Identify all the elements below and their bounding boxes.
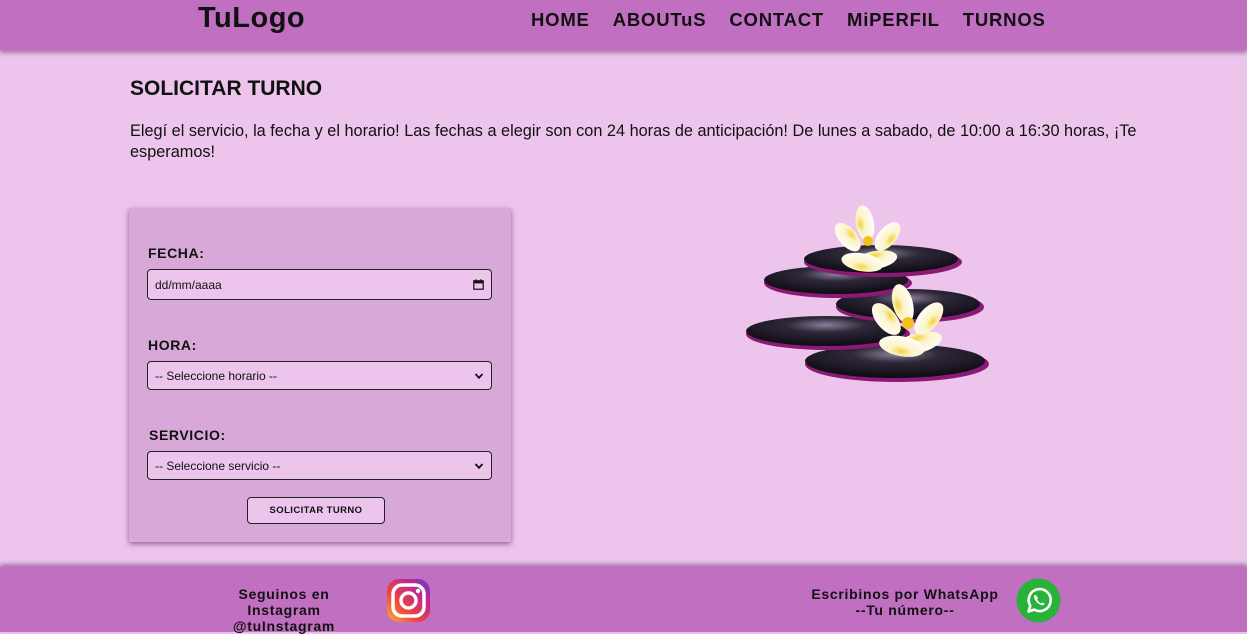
fecha-label: FECHA: bbox=[148, 245, 205, 261]
booking-form: FECHA: dd/mm/aaaa HORA: -- Seleccione ho… bbox=[129, 208, 511, 542]
site-footer: Seguinos en Instagram @tuInstagram Escri… bbox=[0, 567, 1247, 634]
chevron-down-icon bbox=[474, 372, 484, 379]
top-navbar: TuLogo HOME ABOUTuS CONTACT MiPERFIL TUR… bbox=[0, 0, 1247, 50]
spa-stones-image bbox=[746, 205, 989, 382]
chevron-down-icon bbox=[474, 462, 484, 469]
nav-about[interactable]: ABOUTuS bbox=[613, 9, 707, 31]
fecha-placeholder: dd/mm/aaaa bbox=[155, 277, 222, 292]
hora-select[interactable]: -- Seleccione horario -- bbox=[147, 361, 492, 390]
servicio-selected-value: -- Seleccione servicio -- bbox=[155, 458, 281, 473]
whatsapp-number[interactable]: --Tu número-- bbox=[810, 602, 1000, 618]
nav-mi-perfil[interactable]: MiPERFIL bbox=[847, 9, 940, 31]
whatsapp-text: Escribinos por WhatsApp --Tu número-- bbox=[810, 586, 1000, 618]
site-logo[interactable]: TuLogo bbox=[198, 2, 305, 35]
instagram-icon[interactable] bbox=[386, 578, 431, 623]
hora-label: HORA: bbox=[148, 337, 197, 353]
calendar-icon[interactable] bbox=[473, 279, 484, 290]
whatsapp-icon[interactable] bbox=[1016, 578, 1061, 623]
instagram-text: Seguinos en Instagram @tuInstagram bbox=[200, 586, 368, 634]
whatsapp-caption: Escribinos por WhatsApp bbox=[811, 586, 999, 602]
main-nav: HOME ABOUTuS CONTACT MiPERFIL TURNOS bbox=[531, 9, 1069, 31]
page-title: SOLICITAR TURNO bbox=[130, 77, 323, 100]
instagram-caption: Seguinos en Instagram bbox=[238, 586, 330, 618]
intro-text: Elegí el servicio, la fecha y el horario… bbox=[130, 122, 1137, 161]
solicitar-turno-button[interactable]: SOLICITAR TURNO bbox=[247, 497, 385, 524]
servicio-select[interactable]: -- Seleccione servicio -- bbox=[147, 451, 492, 480]
nav-contact[interactable]: CONTACT bbox=[729, 9, 824, 31]
nav-turnos[interactable]: TURNOS bbox=[963, 9, 1046, 31]
fecha-input[interactable]: dd/mm/aaaa bbox=[147, 269, 492, 300]
hora-selected-value: -- Seleccione horario -- bbox=[155, 368, 278, 383]
servicio-label: SERVICIO: bbox=[149, 427, 226, 443]
nav-home[interactable]: HOME bbox=[531, 9, 590, 31]
